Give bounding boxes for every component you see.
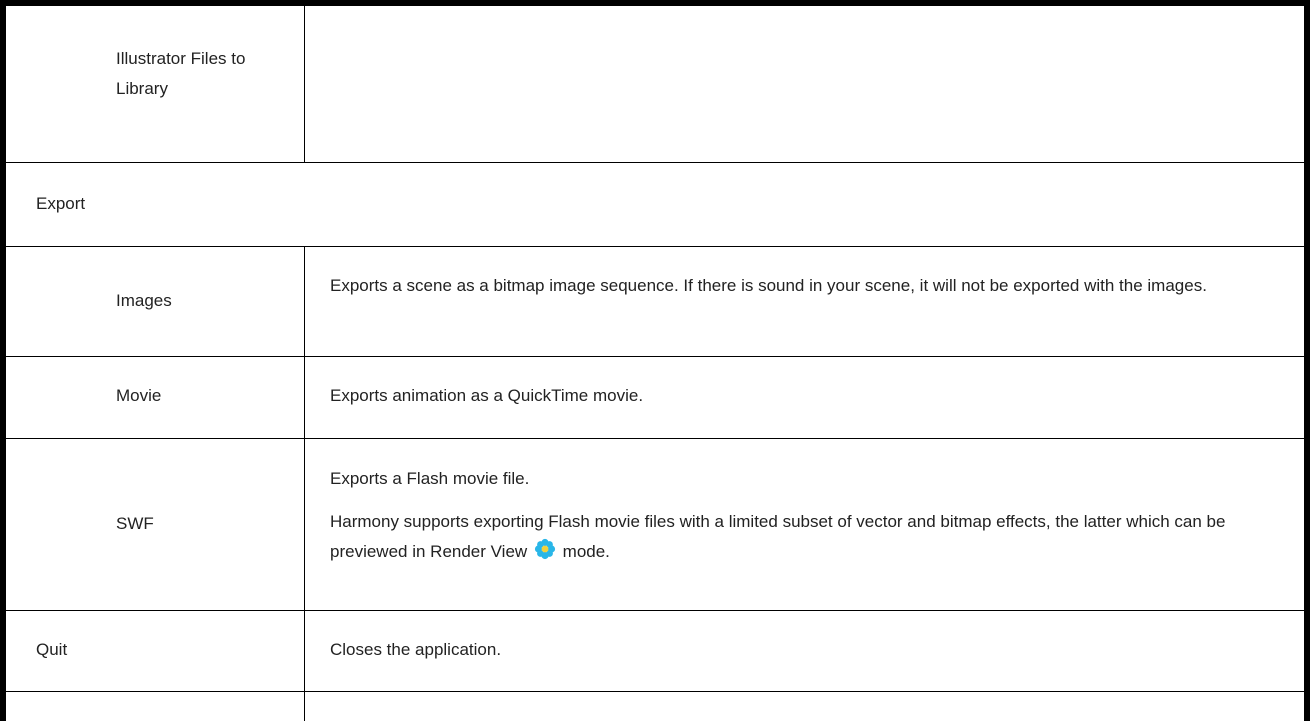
section-heading-export: Export: [36, 194, 86, 213]
row-description-quit: Closes the application.: [330, 635, 1260, 665]
row-divider: [0, 356, 1310, 357]
row-divider: [0, 438, 1310, 439]
table-left-border: [0, 0, 6, 721]
description-text: mode.: [562, 542, 610, 561]
row-description-swf: Exports a Flash movie file. Harmony supp…: [330, 464, 1260, 570]
row-description-images: Exports a scene as a bitmap image sequen…: [330, 271, 1260, 301]
description-text: Harmony supports exporting Flash movie f…: [330, 512, 1226, 561]
menu-reference-table: Illustrator Files to Library Export Imag…: [0, 0, 1310, 721]
table-top-border: [0, 0, 1310, 6]
row-divider: [0, 246, 1310, 247]
description-paragraph: Harmony supports exporting Flash movie f…: [330, 507, 1260, 570]
row-divider: [0, 610, 1310, 611]
description-paragraph: Exports a Flash movie file.: [330, 469, 530, 488]
description-paragraph: Exports a scene as a bitmap image sequen…: [330, 276, 1207, 295]
row-label-illustrator-files: Illustrator Files to Library: [116, 49, 246, 98]
row-label-quit: Quit: [36, 640, 68, 659]
row-label-images: Images: [116, 291, 172, 310]
row-label-movie: Movie: [116, 386, 162, 405]
row-divider: [0, 691, 1310, 692]
column-divider: [304, 0, 305, 163]
render-view-icon: [534, 538, 556, 570]
column-divider: [304, 246, 305, 721]
description-paragraph: Exports animation as a QuickTime movie.: [330, 386, 644, 405]
description-paragraph: Closes the application.: [330, 640, 502, 659]
table-right-border: [1304, 0, 1310, 721]
row-divider: [0, 162, 1310, 163]
row-label-swf: SWF: [116, 514, 154, 533]
row-description-movie: Exports animation as a QuickTime movie.: [330, 381, 1260, 411]
